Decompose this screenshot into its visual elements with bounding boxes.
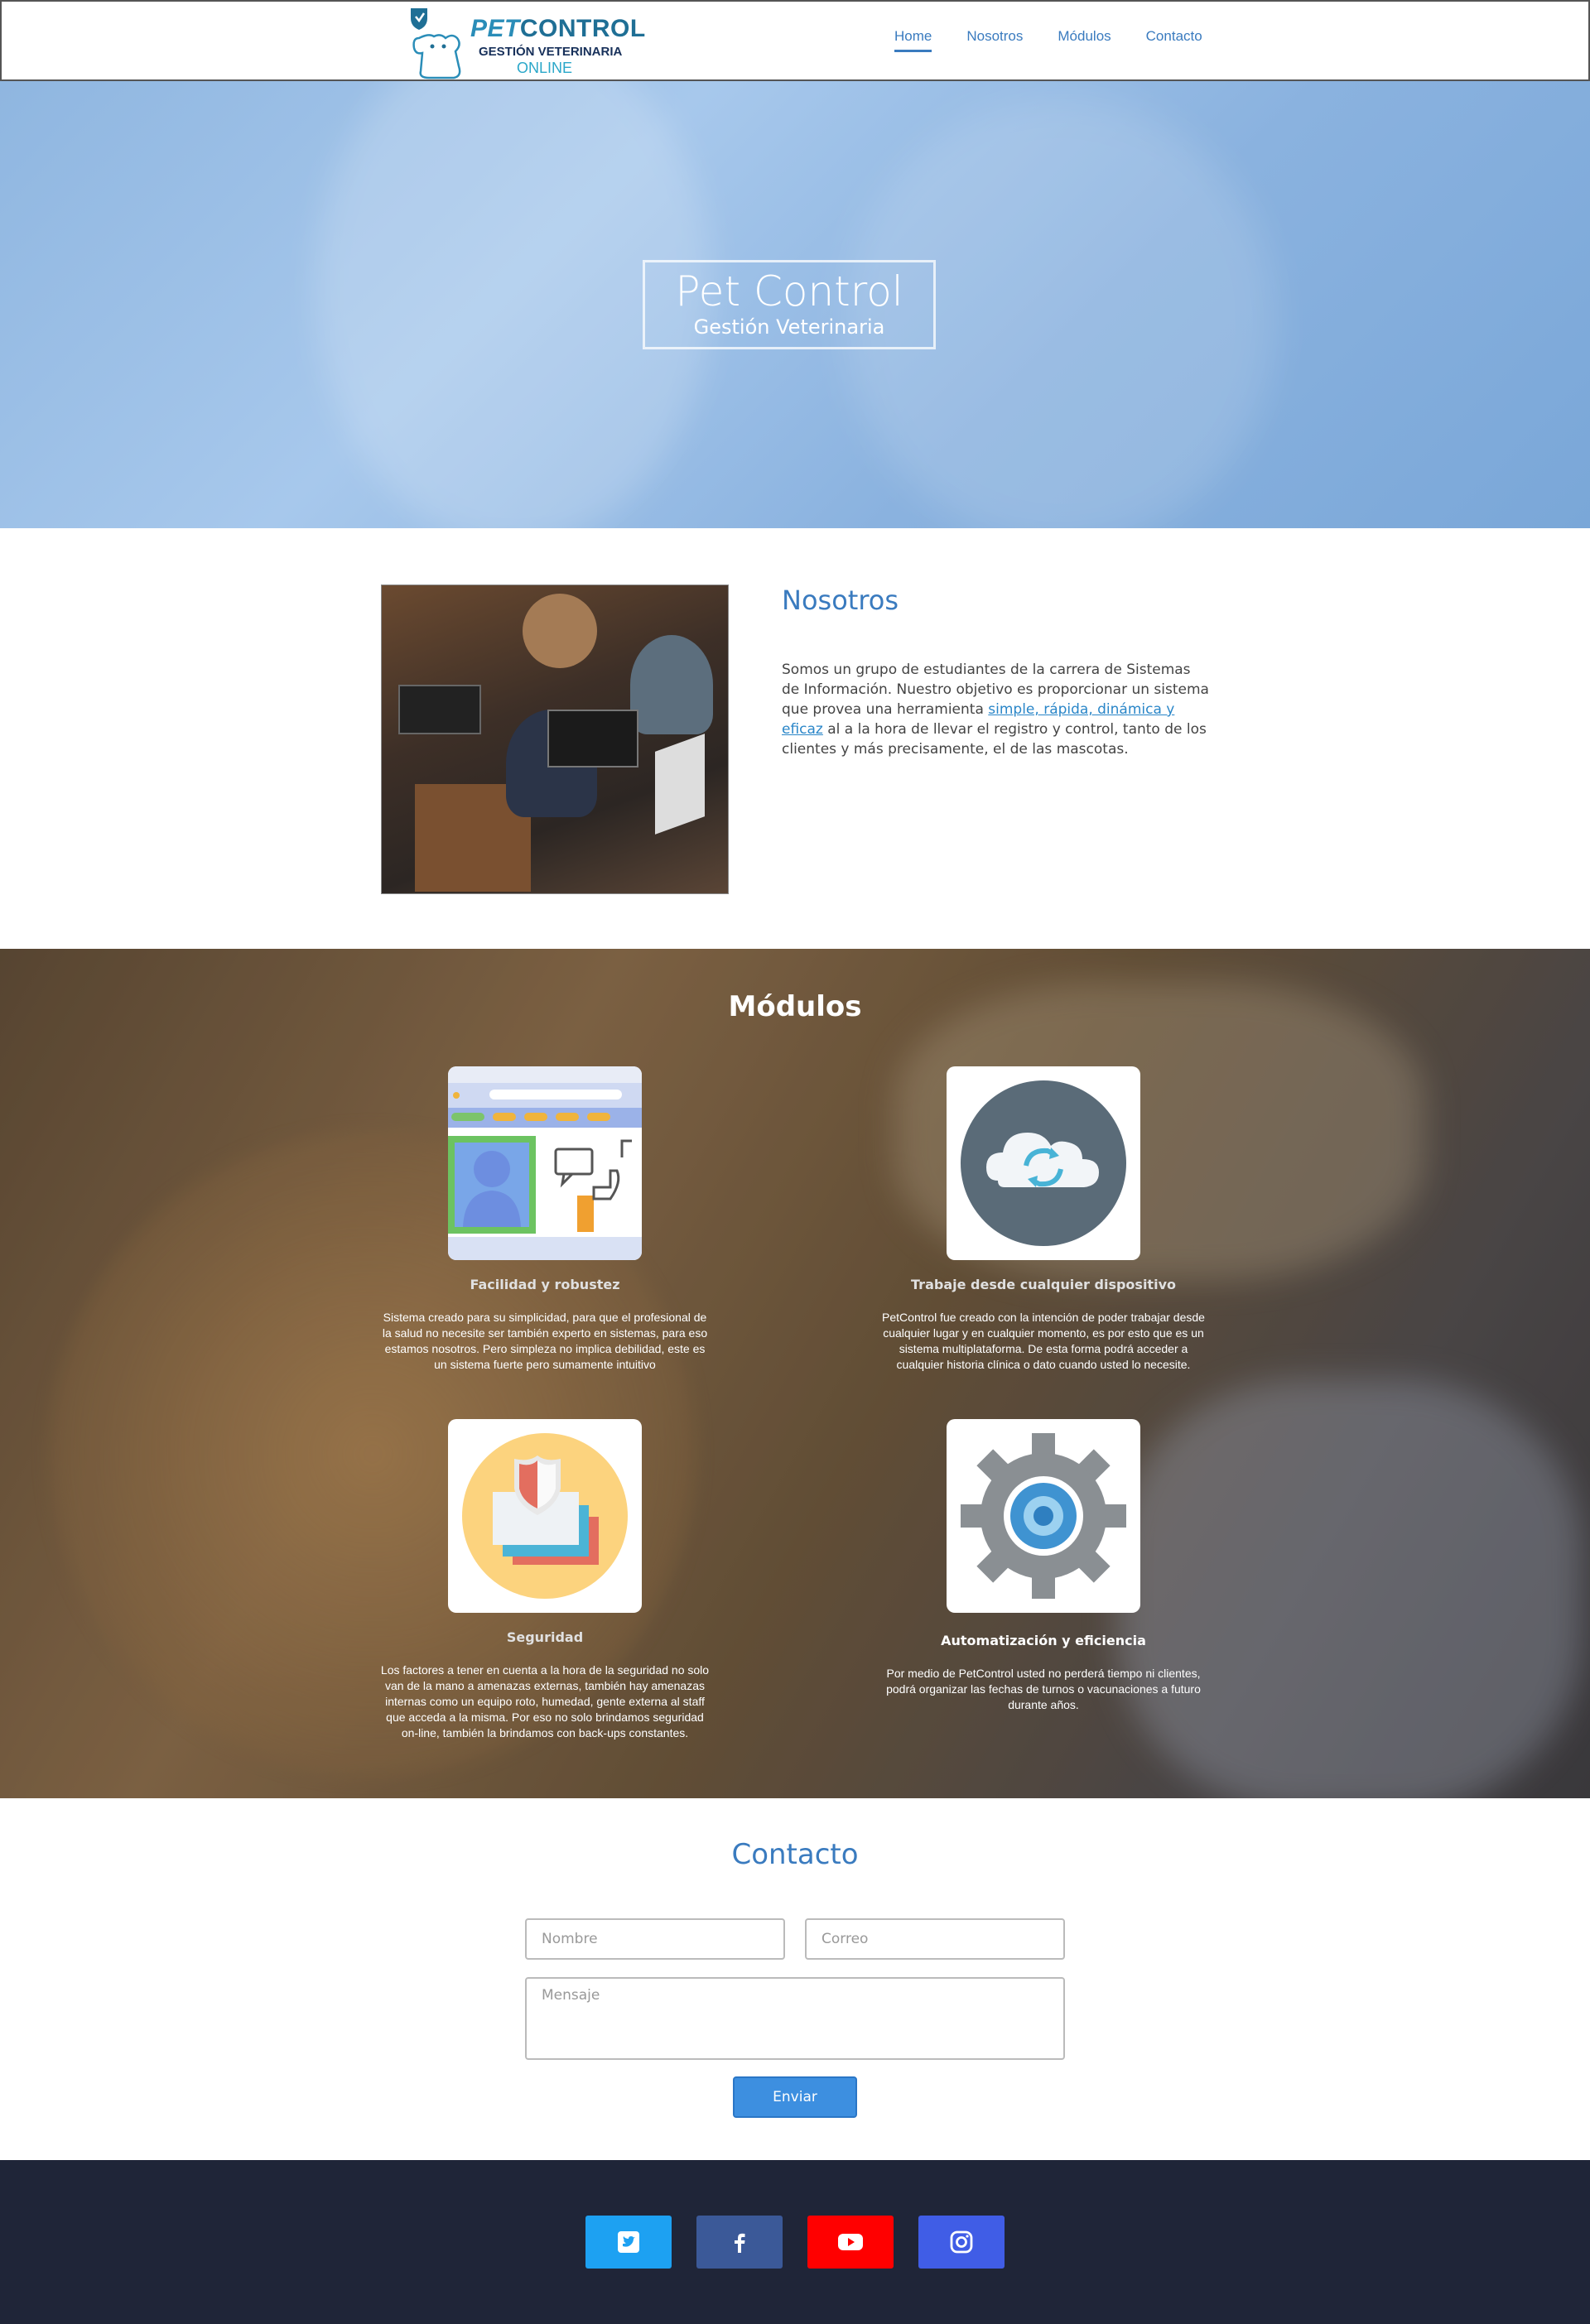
team-photo: [381, 585, 729, 894]
send-button[interactable]: Enviar: [733, 2076, 857, 2118]
card-text: PetControl fue creado con la intención d…: [882, 1311, 1205, 1371]
nosotros-text-part: al a la hora de llevar el registro y con…: [782, 721, 1207, 758]
main-nav: Home Nosotros Módulos Contacto: [894, 28, 1237, 52]
card-text: Los factores a tener en cuenta a la hora…: [380, 1663, 710, 1739]
modulos-section: Módulos Facilidad y robustez Sistema cre…: [0, 949, 1590, 1798]
contacto-title: Contacto: [731, 1838, 859, 1871]
nosotros-text: Somos un grupo de estudiantes de la carr…: [782, 660, 1212, 759]
nav-home[interactable]: Home: [894, 28, 932, 52]
youtube-icon[interactable]: [807, 2216, 894, 2269]
nav-modulos[interactable]: Módulos: [1058, 28, 1111, 52]
nosotros-title: Nosotros: [782, 585, 899, 616]
nav-nosotros[interactable]: Nosotros: [966, 28, 1023, 52]
footer: [0, 2160, 1590, 2324]
hero-subtitle: Gestión Veterinaria: [693, 315, 885, 339]
shield-security-icon: [448, 1419, 642, 1613]
navbar: PETCONTROL GESTIÓN VETERINARIA ONLINE Ho…: [0, 0, 1590, 81]
modulos-title: Módulos: [728, 990, 862, 1023]
logo-online: ONLINE: [517, 60, 573, 76]
name-input[interactable]: [525, 1918, 785, 1960]
facebook-icon[interactable]: [696, 2216, 783, 2269]
nav-contacto[interactable]: Contacto: [1146, 28, 1202, 52]
dog-logo-icon: [411, 8, 461, 79]
message-textarea[interactable]: [525, 1977, 1065, 2060]
logo-tagline: GESTIÓN VETERINARIA: [479, 45, 623, 59]
logo-wordmark: PETCONTROL: [470, 15, 646, 42]
hero-banner: Pet Control Gestión Veterinaria: [0, 81, 1590, 528]
card-title: Trabaje desde cualquier dispositivo: [911, 1277, 1176, 1292]
instagram-icon[interactable]: [918, 2216, 1005, 2269]
card-text: Sistema creado para su simplicidad, para…: [382, 1311, 708, 1371]
card-text: Por medio de PetControl usted no perderá…: [886, 1667, 1201, 1711]
gear-icon: [947, 1419, 1140, 1613]
card-title: Facilidad y robustez: [470, 1277, 620, 1292]
card-title: Seguridad: [506, 1629, 584, 1645]
profile-like-icon: [448, 1066, 642, 1260]
hero-title: Pet Control: [675, 267, 903, 315]
petcontrol-logo[interactable]: PETCONTROL GESTIÓN VETERINARIA ONLINE: [404, 5, 645, 79]
email-input[interactable]: [805, 1918, 1065, 1960]
card-title: Automatización y eficiencia: [941, 1633, 1146, 1648]
twitter-icon[interactable]: [585, 2216, 672, 2269]
cloud-sync-icon: [947, 1066, 1140, 1260]
hero-title-box: Pet Control Gestión Veterinaria: [643, 260, 936, 349]
